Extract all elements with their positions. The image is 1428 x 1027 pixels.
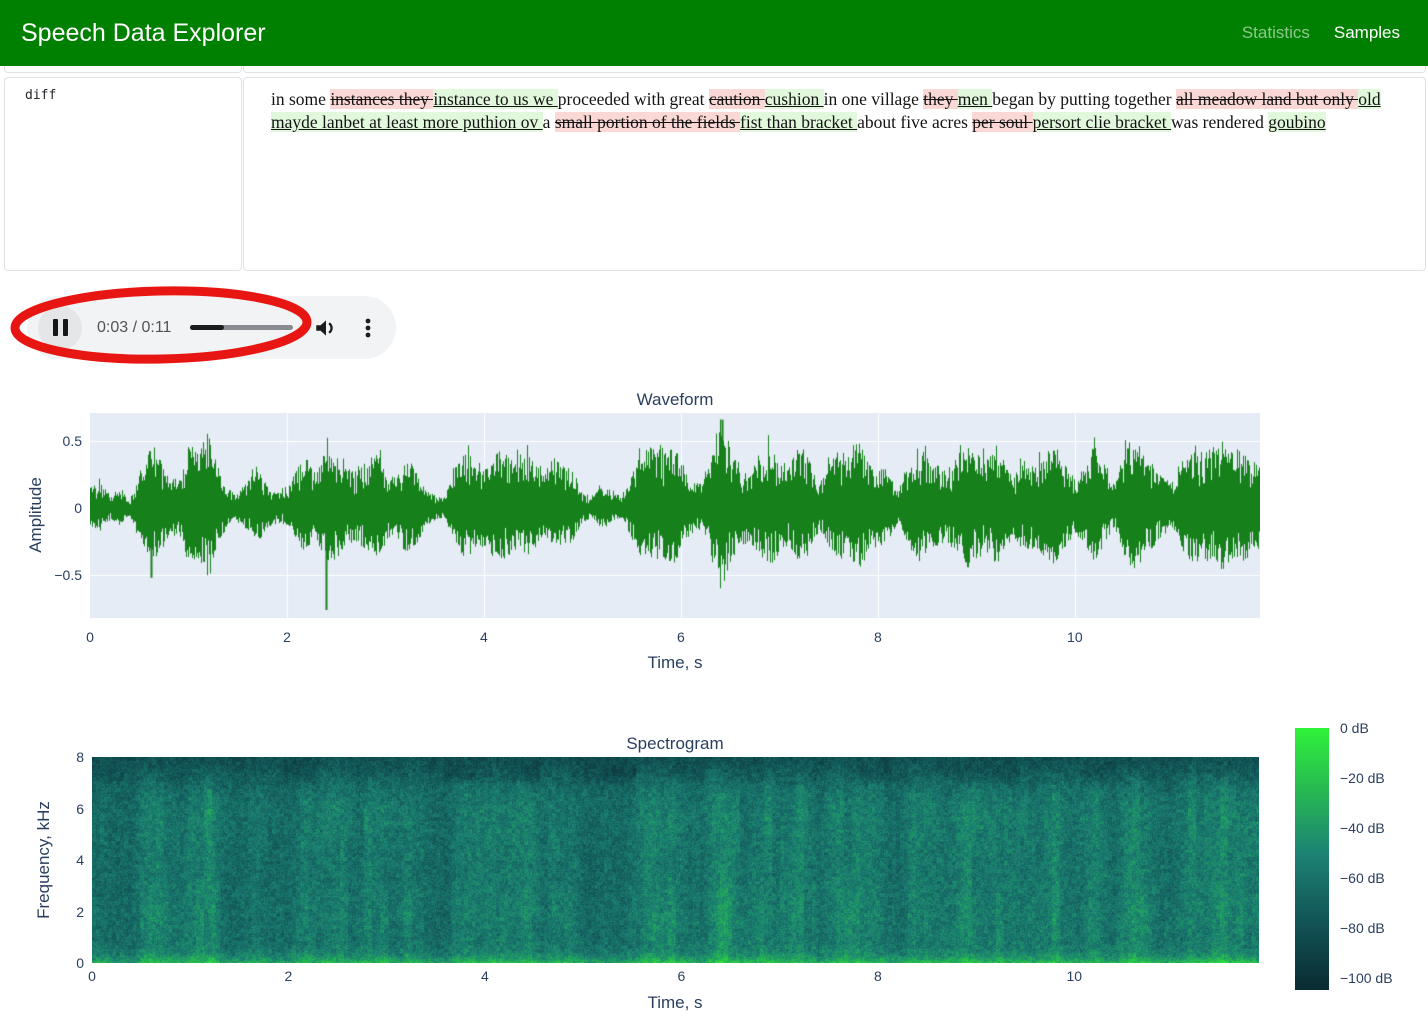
diff-segment-del: they [923,89,958,109]
tick-label: 4 [481,968,489,984]
diff-segment-plain: a [543,112,555,132]
tick-label: 10 [1067,968,1083,984]
waveform-plot[interactable] [90,413,1260,618]
tick-label: 0 [86,629,94,645]
tick-label: 10 [1067,629,1083,645]
tick-label: −60 dB [1340,870,1385,886]
diff-segment-ins: fist than bracket [740,112,857,132]
tick-label: −80 dB [1340,920,1385,936]
spectrogram-plot[interactable] [92,757,1259,963]
seek-slider[interactable] [190,325,293,330]
waveform-title: Waveform [637,390,714,410]
diff-segment-del: small portion of the fields [555,112,740,132]
diff-field-label: diff [25,88,56,103]
audio-player[interactable]: 0:03 / 0:11 [27,296,396,359]
tick-label: 8 [0,749,84,765]
page: Speech Data Explorer Statistics Samples … [0,0,1428,1027]
diff-segment-del: all meadow land but only [1176,89,1358,109]
page-title: Speech Data Explorer [21,19,266,48]
time-display: 0:03 / 0:11 [97,319,171,337]
tick-label: −100 dB [1340,970,1393,986]
diff-segment-plain: proceeded with great [558,89,709,109]
waveform-xlabel: Time, s [647,653,702,673]
diff-segment-del: caution [709,89,765,109]
tick-label: 2 [0,904,84,920]
app-header: Speech Data Explorer Statistics Samples [0,0,1428,66]
tick-label: 0 dB [1340,720,1369,736]
diff-segment-plain: about five acres [857,112,972,132]
pause-button[interactable] [38,306,82,350]
diff-segment-plain: in some [271,89,330,109]
diff-segment-ins: men [958,89,993,109]
diff-field-label-cell: diff [4,77,242,271]
nav-statistics[interactable]: Statistics [1242,23,1310,43]
tick-label: 6 [677,629,685,645]
diff-text-cell: in some instances they instance to us we… [243,77,1426,271]
diff-text: in some instances they instance to us we… [271,88,1407,134]
tick-label: −0.5 [0,567,82,583]
tick-label: 2 [283,629,291,645]
tick-label: 0 [88,968,96,984]
tick-label: 8 [874,968,882,984]
tick-label: 0 [0,500,82,516]
tick-label: 6 [0,801,84,817]
tick-label: 2 [285,968,293,984]
spectrogram-xlabel: Time, s [647,993,702,1013]
diff-segment-plain: was rendered [1171,112,1268,132]
seek-slider-played [190,325,224,330]
diff-segment-ins: persort clie bracket [1033,112,1171,132]
tick-label: 4 [0,852,84,868]
tick-label: 0 [0,955,84,971]
tick-label: 8 [874,629,882,645]
diff-segment-plain: began by putting together [992,89,1176,109]
spectrogram-title: Spectrogram [626,734,723,754]
volume-icon[interactable] [313,315,339,341]
table-row-sliver-right [243,66,1426,73]
diff-segment-ins: instance to us we [433,89,557,109]
pause-icon [53,319,58,336]
diff-segment-del: instances they [330,89,433,109]
tick-label: 0.5 [0,433,82,449]
table-row-sliver-left [4,66,242,73]
overflow-menu-icon[interactable] [360,315,376,341]
diff-segment-del: per soul [972,112,1032,132]
spectrogram-colorbar [1295,728,1329,990]
header-nav: Statistics Samples [1242,0,1400,66]
tick-label: 4 [480,629,488,645]
nav-samples[interactable]: Samples [1334,23,1400,43]
tick-label: 6 [677,968,685,984]
tick-label: −20 dB [1340,770,1385,786]
diff-segment-ins: goubino [1268,112,1325,132]
tick-label: −40 dB [1340,820,1385,836]
diff-segment-ins: cushion [765,89,824,109]
diff-segment-plain: in one village [824,89,924,109]
